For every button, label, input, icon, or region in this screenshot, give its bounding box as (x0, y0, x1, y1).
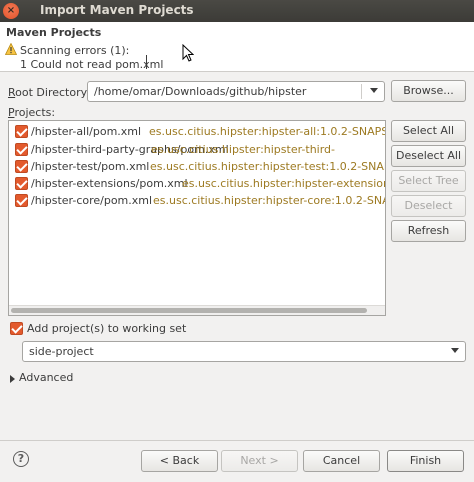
project-checkbox[interactable] (15, 125, 28, 138)
back-label: < Back (159, 454, 200, 467)
help-icon[interactable]: ? (13, 451, 29, 467)
back-button[interactable]: < Back (141, 450, 218, 472)
footer-divider (0, 440, 474, 441)
cancel-button[interactable]: Cancel (303, 450, 380, 472)
deselect-all-label: Deselect All (395, 149, 462, 162)
project-checkbox[interactable] (15, 194, 28, 207)
page-title: Maven Projects (6, 26, 102, 39)
horizontal-scrollbar[interactable] (9, 305, 385, 315)
text-cursor (146, 55, 147, 69)
mouse-pointer-icon (182, 44, 194, 62)
error-detail: 1 Could not read pom.xml (20, 58, 164, 71)
chevron-down-icon[interactable] (451, 348, 459, 353)
select-tree-label: Select Tree (398, 174, 459, 187)
window-title: Import Maven Projects (40, 3, 194, 17)
scrollbar-thumb[interactable] (11, 308, 367, 313)
root-directory-label-text: oot Directory: (15, 86, 91, 99)
wizard-header: Maven Projects Scanning errors (1): 1 Co… (0, 22, 474, 72)
projects-label: Projects: (8, 106, 55, 119)
projects-label-text: rojects: (14, 106, 56, 119)
project-gav: es.usc.citius.hipster:hipster-core:1.0.2… (153, 194, 385, 207)
working-set-value: side-project (29, 345, 94, 358)
error-summary: Scanning errors (1): (20, 44, 130, 57)
select-all-button[interactable]: Select All (391, 120, 466, 142)
projects-tree[interactable]: /hipster-all/pom.xml es.usc.citius.hipst… (8, 120, 386, 316)
browse-button-label: Browse... (403, 84, 454, 97)
project-gav: es.usc.citius.hipster:hipster-all:1.0.2-… (149, 125, 385, 138)
warning-icon (5, 43, 17, 55)
root-directory-label: Root Directory: (8, 86, 90, 99)
combo-separator (361, 84, 362, 99)
project-gav: es.usc.citius.hipster:hipster-extensions… (182, 177, 386, 190)
next-button[interactable]: Next > (221, 450, 298, 472)
chevron-down-icon[interactable] (370, 88, 378, 93)
project-checkbox[interactable] (15, 143, 28, 156)
refresh-button[interactable]: Refresh (391, 220, 466, 242)
finish-label: Finish (409, 454, 442, 467)
project-path: /hipster-core/pom.xml (31, 194, 153, 207)
advanced-toggle[interactable]: Advanced (19, 371, 73, 384)
working-set-label: Add project(s) to working set (27, 322, 187, 335)
root-directory-value: /home/omar/Downloads/github/hipster (94, 85, 307, 98)
project-checkbox[interactable] (15, 160, 28, 173)
deselect-tree-button[interactable]: Deselect Tree (391, 195, 466, 232)
project-gav: es.usc.citius.hipster:hipster-third- (151, 143, 336, 156)
title-bar: × Import Maven Projects (0, 0, 474, 22)
project-path: /hipster-all/pom.xml (31, 125, 142, 138)
refresh-label: Refresh (407, 224, 450, 237)
project-path: /hipster-extensions/pom.xml (31, 177, 188, 190)
select-all-label: Select All (402, 124, 455, 137)
expand-triangle-icon[interactable] (10, 375, 15, 383)
root-directory-combo[interactable]: /home/omar/Downloads/github/hipster (87, 81, 385, 102)
project-gav: es.usc.citius.hipster:hipster-test:1.0.2… (150, 160, 385, 173)
project-checkbox[interactable] (15, 177, 28, 190)
close-window-icon[interactable]: × (3, 3, 19, 19)
next-label: Next > (240, 454, 279, 467)
finish-button[interactable]: Finish (387, 450, 464, 472)
working-set-checkbox[interactable] (10, 322, 23, 335)
select-tree-button[interactable]: Select Tree (391, 170, 466, 192)
working-set-combo[interactable]: side-project (22, 341, 466, 362)
browse-button[interactable]: Browse... (391, 80, 466, 102)
project-path: /hipster-test/pom.xml (31, 160, 150, 173)
deselect-all-button[interactable]: Deselect All (391, 145, 466, 167)
cancel-label: Cancel (322, 454, 361, 467)
